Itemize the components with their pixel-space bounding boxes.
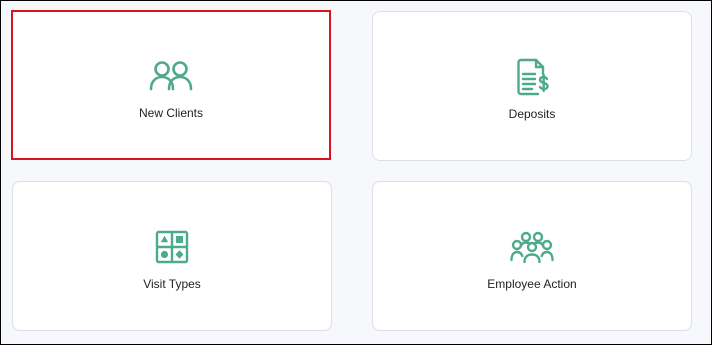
two-users-icon <box>149 59 193 93</box>
visit-types-tile[interactable]: Visit Types <box>12 181 332 331</box>
tile-label: Employee Action <box>487 277 577 291</box>
tile-label: Visit Types <box>143 277 201 291</box>
tile-menu-panel: New Clients Deposits Visit Types Employe… <box>0 0 712 345</box>
new-clients-tile[interactable]: New Clients <box>11 10 331 160</box>
employee-action-tile[interactable]: Employee Action <box>372 181 692 331</box>
deposits-tile[interactable]: Deposits <box>372 11 692 161</box>
team-group-icon <box>510 230 554 264</box>
tile-label: Deposits <box>508 107 556 121</box>
tile-label: New Clients <box>138 106 204 120</box>
category-grid-icon <box>150 230 194 264</box>
invoice-dollar-icon <box>510 58 554 96</box>
